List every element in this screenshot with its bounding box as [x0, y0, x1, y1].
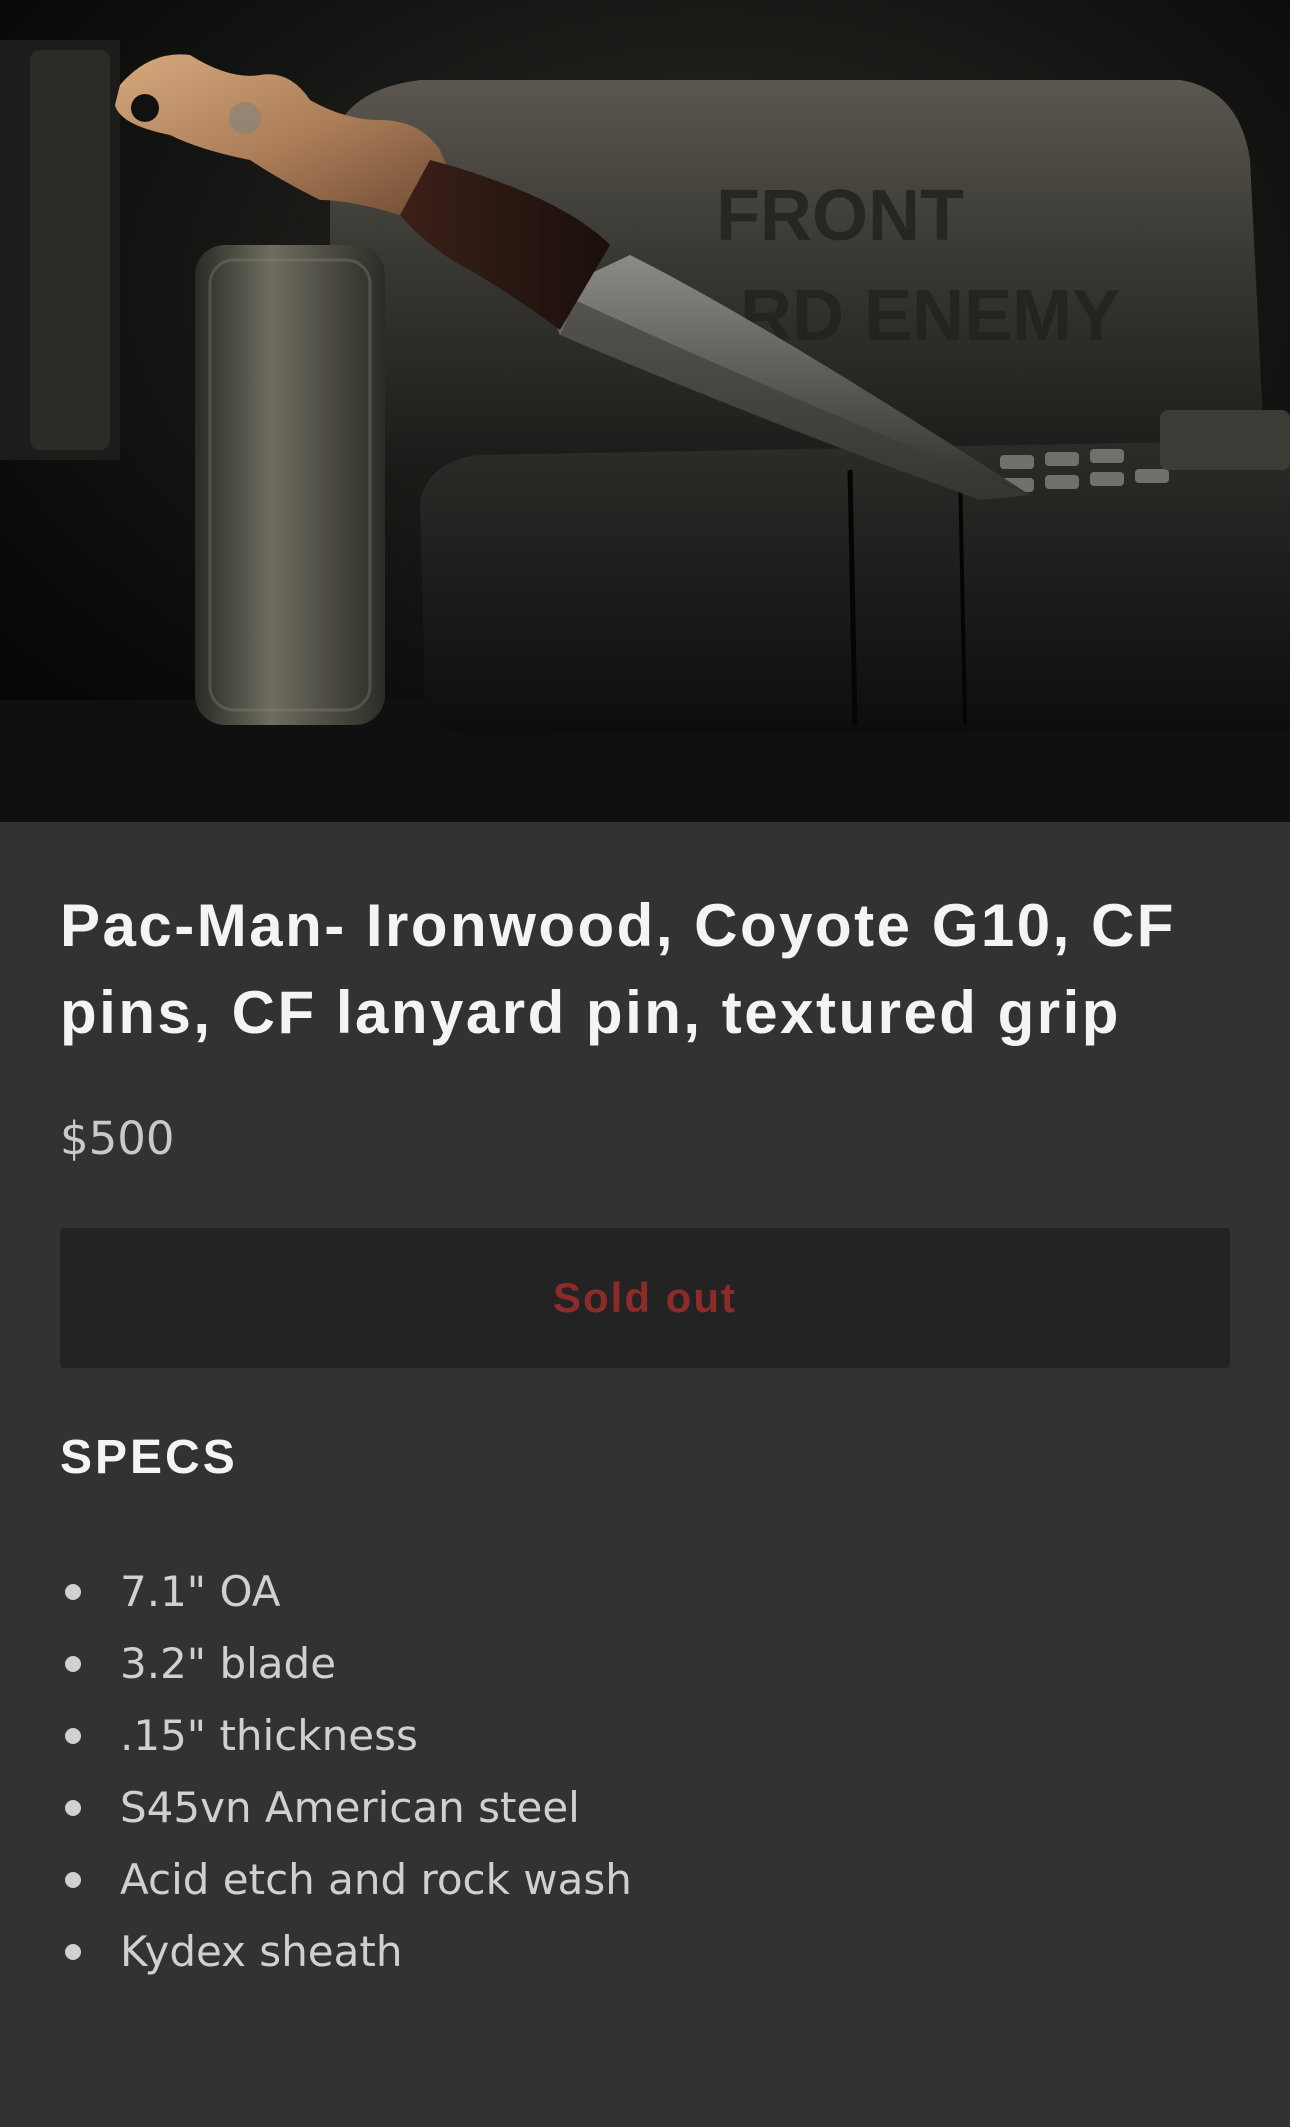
list-item: 3.2" blade: [60, 1628, 1230, 1700]
spec-text: Kydex sheath: [120, 1927, 403, 1976]
bullet-icon: [65, 1728, 81, 1744]
list-item: Kydex sheath: [60, 1916, 1230, 1988]
sold-out-button[interactable]: Sold out: [60, 1228, 1230, 1368]
list-item: S45vn American steel: [60, 1772, 1230, 1844]
engraved-text-1: FRONT: [716, 176, 964, 256]
product-photo: FRONT RD ENEMY: [0, 0, 1290, 822]
spec-text: Acid etch and rock wash: [120, 1855, 632, 1904]
engraved-text-2: RD ENEMY: [740, 276, 1120, 356]
bullet-icon: [65, 1800, 81, 1816]
product-title: Pac-Man- Ironwood, Coyote G10, CF pins, …: [60, 892, 1176, 1046]
product-price: $500: [60, 1112, 175, 1165]
spec-text: 3.2" blade: [120, 1639, 337, 1688]
list-item: Acid etch and rock wash: [60, 1844, 1230, 1916]
specs-list: 7.1" OA 3.2" blade .15" thickness S45vn …: [60, 1556, 1230, 1988]
sold-out-label: Sold out: [553, 1274, 737, 1321]
spec-text: 7.1" OA: [120, 1567, 281, 1616]
list-item: .15" thickness: [60, 1700, 1230, 1772]
spec-text: S45vn American steel: [120, 1783, 580, 1832]
bullet-icon: [65, 1656, 81, 1672]
bullet-icon: [65, 1944, 81, 1960]
product-details: Pac-Man- Ironwood, Coyote G10, CF pins, …: [60, 822, 1230, 1988]
spec-text: .15" thickness: [120, 1711, 418, 1760]
bullet-icon: [65, 1872, 81, 1888]
list-item: 7.1" OA: [60, 1556, 1230, 1628]
bullet-icon: [65, 1584, 81, 1600]
product-image[interactable]: FRONT RD ENEMY: [0, 0, 1290, 822]
specs-heading: SPECS: [60, 1431, 238, 1484]
